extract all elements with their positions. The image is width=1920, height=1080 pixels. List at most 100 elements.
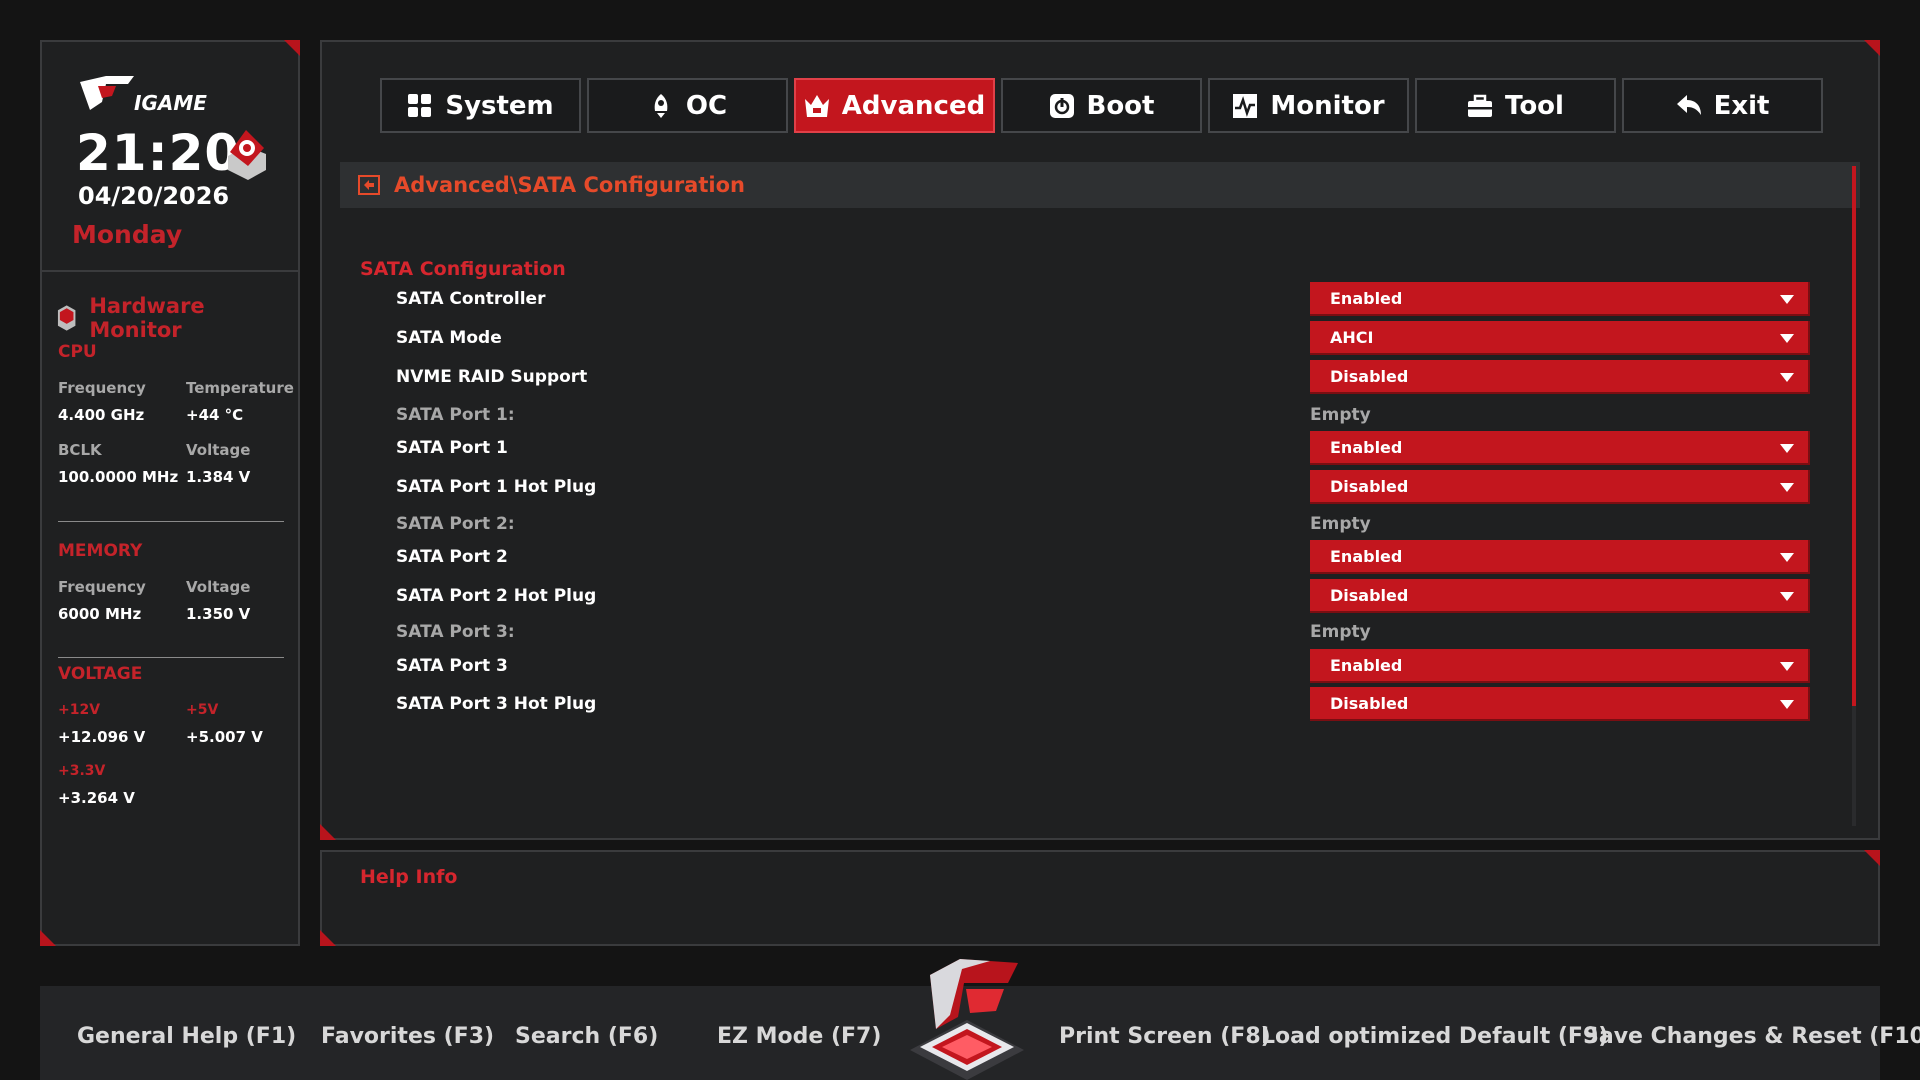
setting-label: SATA Port 3 Hot Plug — [396, 694, 597, 714]
breadcrumb-path: Advanced\SATA Configuration — [394, 173, 745, 197]
back-arrow-icon — [1676, 94, 1701, 115]
section-title: SATA Configuration — [360, 258, 566, 280]
tab-tool[interactable]: Tool — [1415, 78, 1616, 133]
v12-value: +12.096 V — [58, 728, 146, 746]
setting-row[interactable]: SATA Port 2 Hot Plug Disabled — [322, 579, 1822, 615]
setting-row[interactable]: SATA Port 2 Enabled — [322, 540, 1822, 576]
chevron-down-icon — [1780, 662, 1794, 671]
pulse-icon — [1233, 93, 1258, 118]
setting-label: SATA Port 3 — [396, 656, 508, 676]
setting-label: SATA Port 1 — [396, 438, 508, 458]
setting-row[interactable]: SATA Port 1 Hot Plug Disabled — [322, 470, 1822, 506]
rocket-icon — [654, 93, 668, 118]
tab-label: Boot — [1086, 90, 1155, 121]
setting-label: NVME RAID Support — [396, 367, 588, 387]
memory-frequency-label: Frequency — [58, 578, 146, 596]
setting-row[interactable]: SATA Port 1 Enabled — [322, 431, 1822, 467]
divider — [58, 521, 284, 522]
chevron-down-icon — [1780, 553, 1794, 562]
tab-oc[interactable]: OC — [587, 78, 788, 133]
save-reset-button[interactable]: Save Changes & Reset (F10) — [1583, 1024, 1920, 1049]
tab-advanced[interactable]: Advanced — [794, 78, 995, 133]
setting-label: SATA Port 3: — [396, 622, 515, 642]
crown-icon — [804, 94, 829, 117]
tab-label: Advanced — [841, 90, 986, 121]
tab-exit[interactable]: Exit — [1622, 78, 1823, 133]
setting-dropdown[interactable]: Disabled — [1310, 579, 1810, 613]
cpu-temperature-value: +44 °C — [186, 406, 244, 424]
tab-system[interactable]: System — [380, 78, 581, 133]
dropdown-value: Enabled — [1330, 546, 1403, 566]
setting-dropdown[interactable]: Disabled — [1310, 360, 1810, 394]
tab-monitor[interactable]: Monitor — [1208, 78, 1409, 133]
v33-label: +3.3V — [58, 763, 106, 779]
v33-value: +3.264 V — [58, 789, 135, 807]
cpu-section-title: CPU — [58, 342, 97, 362]
tab-label: Tool — [1505, 90, 1564, 121]
v5-value: +5.007 V — [186, 728, 263, 746]
print-screen-button[interactable]: Print Screen (F8) — [1059, 1024, 1271, 1049]
divider — [42, 270, 298, 272]
setting-label: SATA Port 1: — [396, 405, 515, 425]
chevron-down-icon — [1780, 700, 1794, 709]
setting-row: SATA Port 2: Empty — [322, 507, 1822, 543]
tab-boot[interactable]: Boot — [1001, 78, 1202, 133]
setting-dropdown[interactable]: Enabled — [1310, 649, 1810, 683]
memory-section-title: MEMORY — [58, 541, 143, 561]
cpu-frequency-value: 4.400 GHz — [58, 406, 145, 424]
dropdown-value: Disabled — [1330, 693, 1409, 713]
setting-dropdown[interactable]: Enabled — [1310, 540, 1810, 574]
clock-weekday: Monday — [72, 220, 183, 249]
igame-logo: IGAME — [80, 76, 207, 115]
setting-row[interactable]: SATA Controller Enabled — [322, 282, 1822, 318]
dropdown-value: Disabled — [1330, 585, 1409, 605]
hardware-monitor-header: Hardware Monitor — [56, 294, 298, 342]
igame-emblem-icon — [910, 959, 1024, 1080]
toolbox-icon — [1468, 94, 1493, 117]
grid-icon — [408, 93, 432, 117]
setting-label: SATA Controller — [396, 289, 546, 309]
chevron-down-icon — [1780, 483, 1794, 492]
setting-label: SATA Port 2 — [396, 547, 508, 567]
tab-label: Monitor — [1270, 90, 1385, 121]
breadcrumb: Advanced\SATA Configuration — [340, 162, 1860, 208]
chevron-down-icon — [1780, 444, 1794, 453]
search-button[interactable]: Search (F6) — [515, 1024, 658, 1049]
v5-label: +5V — [186, 702, 219, 718]
ez-mode-button[interactable]: EZ Mode (F7) — [717, 1024, 881, 1049]
back-icon[interactable] — [358, 175, 380, 195]
corner-accent — [320, 930, 336, 946]
voltage-section-title: VOLTAGE — [58, 664, 143, 684]
setting-dropdown[interactable]: Enabled — [1310, 431, 1810, 465]
cpu-temperature-label: Temperature — [186, 379, 294, 397]
setting-dropdown[interactable]: Disabled — [1310, 470, 1810, 504]
setting-dropdown[interactable]: AHCI — [1310, 321, 1810, 355]
clock-time: 21:20 — [76, 124, 241, 182]
chevron-down-icon — [1780, 373, 1794, 382]
setting-label: SATA Port 2: — [396, 514, 515, 534]
dropdown-value: Disabled — [1330, 476, 1409, 496]
hardware-monitor-title: Hardware Monitor — [89, 294, 205, 342]
favorites-button[interactable]: Favorites (F3) — [321, 1024, 494, 1049]
help-info-title: Help Info — [360, 866, 458, 888]
main-tabs: System OC Advanced Boot Monitor Tool Exi… — [380, 78, 1823, 133]
memory-voltage-label: Voltage — [186, 578, 251, 596]
setting-dropdown[interactable]: Enabled — [1310, 282, 1810, 316]
dropdown-value: Disabled — [1330, 366, 1409, 386]
setting-row[interactable]: SATA Mode AHCI — [322, 321, 1822, 357]
corner-accent — [1864, 850, 1880, 866]
setting-row[interactable]: SATA Port 3 Hot Plug Disabled — [322, 687, 1822, 723]
dropdown-value: AHCI — [1330, 327, 1374, 347]
help-info-panel: Help Info — [320, 850, 1880, 946]
divider — [58, 657, 284, 658]
setting-row[interactable]: SATA Port 3 Enabled — [322, 649, 1822, 685]
scrollbar-thumb[interactable] — [1852, 166, 1856, 706]
tab-label: Exit — [1713, 90, 1770, 121]
load-defaults-button[interactable]: Load optimized Default (F9) — [1261, 1024, 1608, 1049]
cpu-voltage-label: Voltage — [186, 441, 251, 459]
general-help-button[interactable]: General Help (F1) — [77, 1024, 296, 1049]
setting-row: SATA Port 1: Empty — [322, 398, 1822, 434]
chevron-down-icon — [1780, 295, 1794, 304]
setting-row[interactable]: NVME RAID Support Disabled — [322, 360, 1822, 396]
setting-dropdown[interactable]: Disabled — [1310, 687, 1810, 721]
